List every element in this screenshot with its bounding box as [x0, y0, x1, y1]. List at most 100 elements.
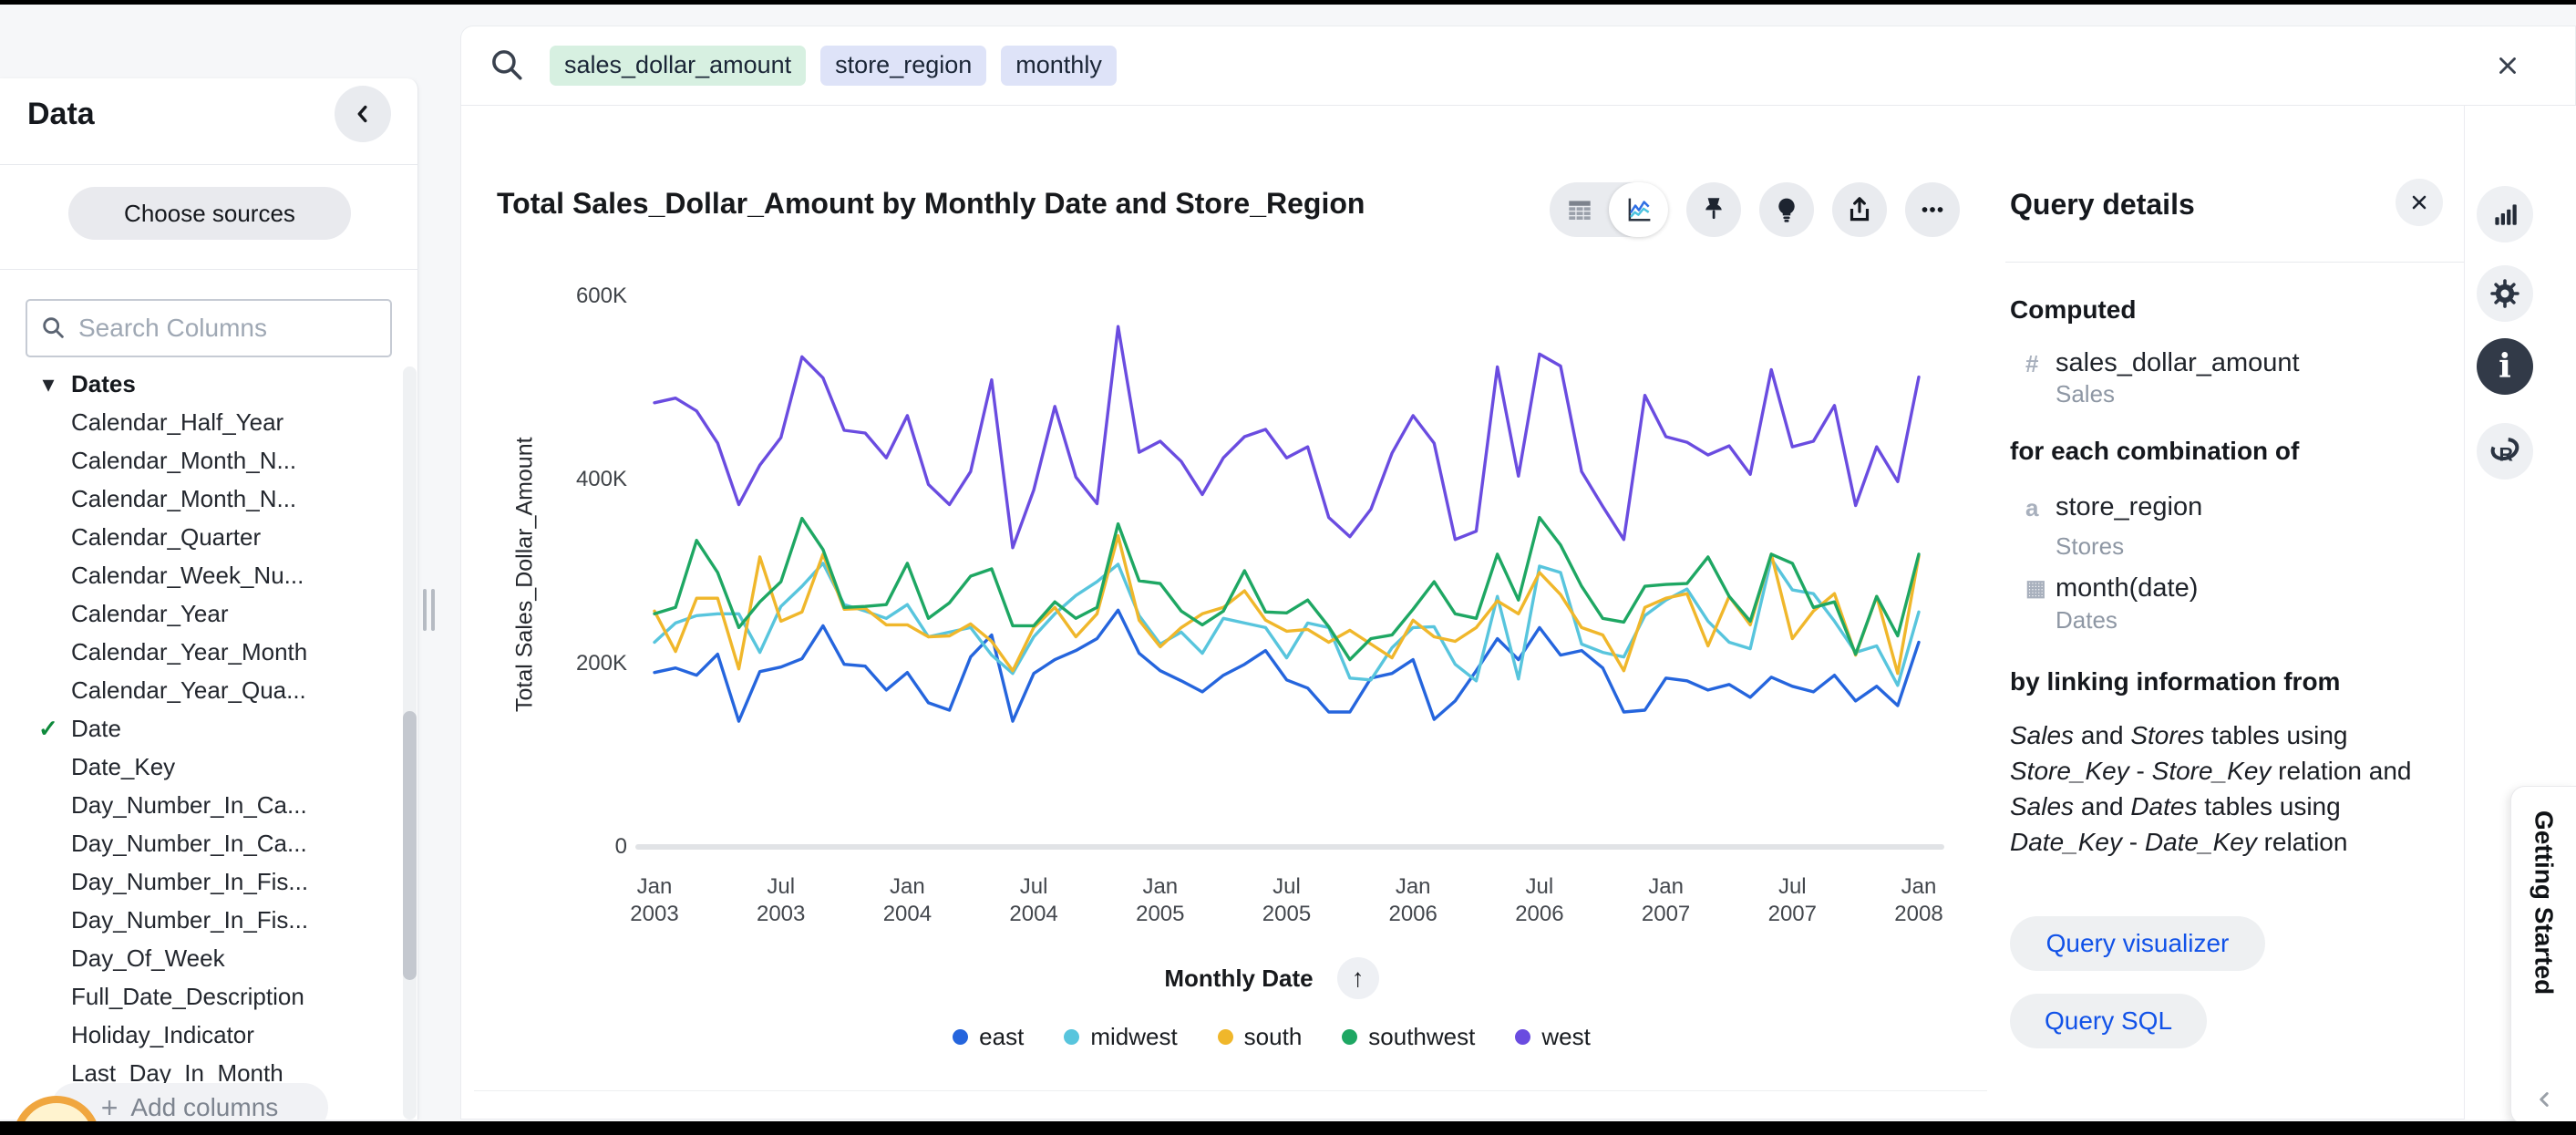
legend-dot [1515, 1029, 1530, 1045]
column-row[interactable]: ✓Date [0, 709, 397, 748]
column-row[interactable]: Day_Of_Week [0, 939, 397, 977]
linking-segment: - [2129, 757, 2152, 785]
collapse-panel-button[interactable] [335, 86, 391, 142]
column-row[interactable]: Calendar_Week_Nu... [0, 556, 397, 594]
column-row[interactable]: Day_Number_In_Fis... [0, 901, 397, 939]
column-label: Calendar_Year [71, 600, 229, 628]
legend-label: west [1541, 1023, 1590, 1051]
column-label: Date_Key [71, 753, 175, 781]
panel-resize-handle[interactable] [423, 589, 438, 631]
getting-started-tab[interactable]: Getting Started [2510, 786, 2576, 1125]
query-visualizer-button[interactable]: Query visualizer [2010, 916, 2265, 971]
series-line-west[interactable] [654, 326, 1919, 548]
linking-segment: Sales [2010, 792, 2074, 820]
divider [474, 1090, 1987, 1091]
legend-item-south[interactable]: south [1218, 1023, 1303, 1051]
gear-icon [2488, 277, 2521, 310]
r-language-button[interactable]: R [2477, 423, 2533, 480]
series-line-southwest[interactable] [654, 518, 1919, 660]
legend-item-midwest[interactable]: midwest [1064, 1023, 1177, 1051]
column-search-box[interactable] [26, 299, 392, 357]
column-search-input[interactable] [78, 314, 352, 343]
combination-field-source: Dates [2056, 606, 2117, 635]
lightbulb-button[interactable] [1759, 182, 1814, 237]
computed-field-name[interactable]: sales_dollar_amount [2056, 348, 2300, 378]
linking-segment: Store_Key [2010, 757, 2129, 785]
info-button[interactable]: i [2477, 338, 2533, 395]
top-black-bar [0, 0, 2576, 5]
column-row[interactable]: Calendar_Half_Year [0, 403, 397, 441]
column-row[interactable]: Holiday_Indicator [0, 1016, 397, 1054]
more-button[interactable] [1905, 182, 1960, 237]
check-icon: ✓ [38, 715, 58, 743]
query-details-close-button[interactable] [2396, 179, 2443, 226]
x-axis-line [635, 844, 1944, 850]
pin-button[interactable] [1686, 182, 1741, 237]
legend-item-southwest[interactable]: southwest [1342, 1023, 1475, 1051]
legend-item-east[interactable]: east [953, 1023, 1024, 1051]
chevron-left-icon[interactable] [2532, 1088, 2556, 1111]
chart-panel-button[interactable] [2477, 186, 2533, 242]
table-view-button[interactable] [1550, 182, 1609, 237]
series-line-midwest[interactable] [654, 559, 1919, 686]
combination-field-name[interactable]: month(date) [2056, 573, 2198, 604]
linking-segment: - [2122, 828, 2145, 856]
column-label: Day_Of_Week [71, 944, 225, 973]
column-row[interactable]: Calendar_Quarter [0, 518, 397, 556]
column-row[interactable]: Calendar_Month_N... [0, 441, 397, 480]
sales-line-chart[interactable] [602, 292, 1942, 853]
x-tick-label: Jan2004 [834, 873, 980, 928]
column-row[interactable]: Full_Date_Description [0, 977, 397, 1016]
column-row[interactable]: Calendar_Year_Qua... [0, 671, 397, 709]
search-token[interactable]: monthly [1001, 46, 1117, 86]
column-label: Calendar_Week_Nu... [71, 562, 304, 590]
legend-dot [953, 1029, 968, 1045]
divider [2005, 262, 2464, 263]
linking-segment: relation [2257, 828, 2348, 856]
search-token[interactable]: store_region [820, 46, 986, 86]
search-icon [40, 315, 67, 342]
lightbulb-icon [1771, 194, 1802, 225]
info-icon: i [2499, 350, 2511, 383]
data-panel-title: Data [27, 97, 95, 132]
column-row[interactable]: Day_Number_In_Ca... [0, 824, 397, 862]
settings-button[interactable] [2477, 265, 2533, 322]
x-tick-label: Jan2005 [1087, 873, 1233, 928]
y-tick-label: 200K [509, 651, 627, 676]
y-axis-label: Total Sales_Dollar_Amount [510, 328, 540, 820]
query-search-bar[interactable]: sales_dollar_amount store_region monthly [460, 26, 2576, 106]
column-row[interactable]: Date_Key [0, 748, 397, 786]
divider [0, 269, 418, 270]
caret-down-icon[interactable]: ▾ [35, 370, 62, 398]
legend-item-west[interactable]: west [1515, 1023, 1590, 1051]
column-label: Full_Date_Description [71, 983, 304, 1011]
pin-icon [1698, 194, 1729, 225]
column-row[interactable]: Day_Number_In_Fis... [0, 862, 397, 901]
column-row[interactable]: Calendar_Year_Month [0, 633, 397, 671]
y-tick-label: 400K [509, 467, 627, 492]
choose-sources-button[interactable]: Choose sources [68, 187, 351, 240]
combination-field-name[interactable]: store_region [2056, 492, 2202, 522]
sort-ascending-button[interactable]: ↑ [1337, 957, 1379, 999]
panel-scrollbar-thumb[interactable] [403, 711, 417, 980]
column-group-row[interactable]: ▾ Dates [0, 365, 397, 403]
data-panel: Data Choose sources ▾ Dates Calendar_Half_… [0, 78, 418, 1120]
column-label: Dates [71, 370, 136, 398]
choose-sources-label: Choose sources [124, 200, 295, 228]
x-axis-title-row: Monthly Date ↑ [602, 957, 1942, 999]
x-tick-label: Jul2003 [708, 873, 854, 928]
column-label: Holiday_Indicator [71, 1021, 254, 1049]
series-line-east[interactable] [654, 610, 1919, 721]
chart-view-button[interactable] [1609, 182, 1668, 237]
column-row[interactable]: Calendar_Year [0, 594, 397, 633]
column-label: Day_Number_In_Ca... [71, 791, 307, 820]
column-row[interactable]: Day_Number_In_Ca... [0, 786, 397, 824]
query-sql-button[interactable]: Query SQL [2010, 994, 2207, 1048]
search-token[interactable]: sales_dollar_amount [550, 46, 806, 86]
divider [0, 164, 418, 165]
column-row[interactable]: Calendar_Month_N... [0, 480, 397, 518]
close-icon[interactable] [2494, 52, 2521, 79]
search-icon [488, 46, 528, 86]
column-label: Calendar_Year_Month [71, 638, 307, 666]
export-button[interactable] [1832, 182, 1887, 237]
